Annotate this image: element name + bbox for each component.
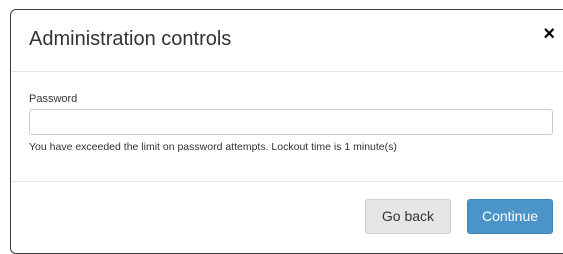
continue-button[interactable]: Continue: [467, 199, 553, 234]
dialog-header: Administration controls ×: [11, 10, 563, 72]
admin-controls-dialog: Administration controls × Password You h…: [10, 9, 563, 254]
password-label: Password: [29, 93, 78, 105]
password-input[interactable]: [29, 109, 553, 135]
dialog-title: Administration controls: [29, 28, 232, 50]
close-icon[interactable]: ×: [543, 24, 555, 44]
dialog-body: Password You have exceeded the limit on …: [11, 72, 563, 182]
go-back-button[interactable]: Go back: [365, 199, 451, 234]
lockout-help-text: You have exceeded the limit on password …: [29, 141, 397, 153]
